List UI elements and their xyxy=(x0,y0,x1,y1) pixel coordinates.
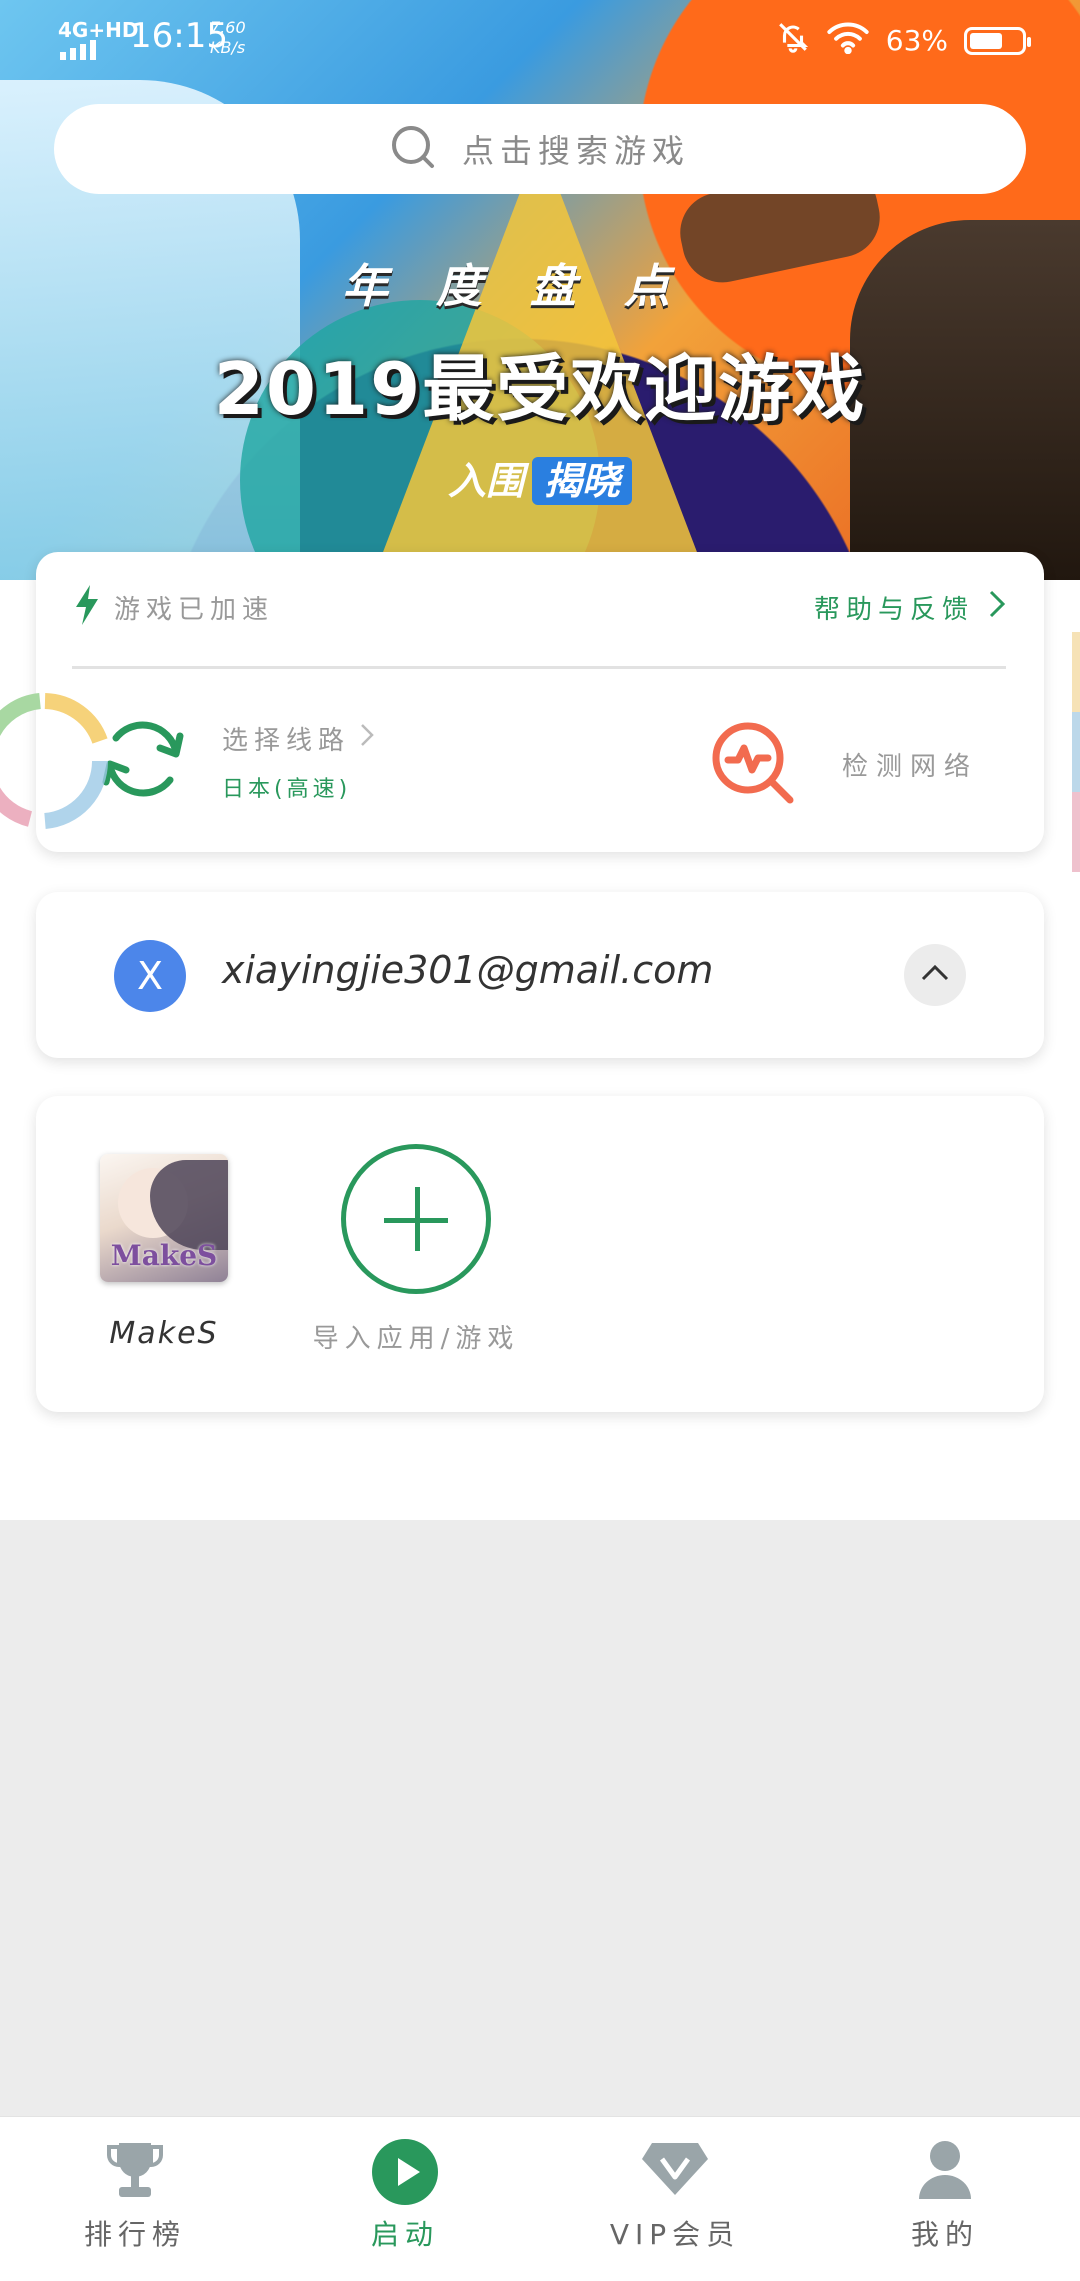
app-item-makes[interactable]: MakeS MakeS xyxy=(86,1154,242,1351)
banner-tag-highlight: 揭晓 xyxy=(532,457,633,505)
battery-icon xyxy=(964,26,1031,55)
wifi-icon xyxy=(826,20,870,61)
network-speed-unit: KB/s xyxy=(210,38,246,57)
divider xyxy=(72,666,1006,669)
import-app-label: 导入应用/游戏 xyxy=(312,1324,520,1354)
detect-network-label: 检测网络 xyxy=(842,751,979,782)
network-detect-icon xyxy=(708,718,796,810)
play-icon xyxy=(372,2139,438,2209)
network-speed: 7.60 KB/s xyxy=(210,18,246,58)
nav-label: 排行榜 xyxy=(83,2218,186,2251)
avatar: X xyxy=(114,940,186,1012)
apps-card: MakeS MakeS 导入应用/游戏 xyxy=(36,1096,1044,1412)
account-email: xiayingjie301@gmail.com xyxy=(222,948,714,992)
help-feedback-link[interactable]: 帮助与反馈 xyxy=(814,589,1006,626)
account-card: X xiayingjie301@gmail.com xyxy=(36,892,1044,1058)
nav-label: 启动 xyxy=(370,2218,439,2251)
banner-subtitle: 年度盘点 xyxy=(342,259,718,313)
loading-spinner-icon xyxy=(0,686,120,836)
search-icon xyxy=(390,124,436,174)
network-type: 4G+HD xyxy=(58,18,139,42)
edge-decoration xyxy=(1072,632,1080,872)
mute-icon xyxy=(776,20,810,61)
promo-banner[interactable]: 年度盘点 2019最受欢迎游戏 入围 揭晓 xyxy=(0,0,1080,580)
app-logo-text: MakeS xyxy=(110,1239,218,1272)
makes-app-icon: MakeS xyxy=(100,1154,228,1282)
banner-title: 2019最受欢迎游戏 xyxy=(213,347,867,431)
search-bar[interactable]: 点击搜索游戏 xyxy=(54,104,1026,194)
chevron-right-icon xyxy=(988,589,1006,626)
network-speed-value: 7.60 xyxy=(210,18,246,37)
chevron-up-icon xyxy=(920,964,950,986)
trophy-icon xyxy=(105,2139,165,2205)
signal-icon xyxy=(60,40,100,60)
collapse-button[interactable] xyxy=(904,944,966,1006)
lightning-icon xyxy=(74,585,100,629)
route-title: 选择线路 xyxy=(222,725,351,756)
detect-network-button[interactable]: 检测网络 xyxy=(708,718,978,810)
banner-tag-prefix: 入围 xyxy=(447,459,524,503)
nav-item-ranking[interactable]: 排行榜 xyxy=(0,2117,270,2281)
help-feedback-label: 帮助与反馈 xyxy=(813,594,974,625)
search-placeholder: 点击搜索游戏 xyxy=(461,132,690,170)
chevron-right-icon xyxy=(360,723,374,754)
status-bar: 4G+HD 16:15 7.60 KB/s 63% xyxy=(0,0,1080,78)
banner-tag: 入围 揭晓 xyxy=(0,450,1080,505)
nav-item-vip[interactable]: VIP会员 xyxy=(540,2117,810,2281)
battery-percent: 63% xyxy=(885,24,948,57)
app-name: MakeS xyxy=(109,1316,219,1351)
nav-label: VIP会员 xyxy=(609,2218,741,2251)
user-icon xyxy=(917,2139,973,2205)
diamond-icon xyxy=(640,2139,710,2201)
nav-label: 我的 xyxy=(910,2218,979,2251)
acceleration-status: 游戏已加速 xyxy=(114,594,275,625)
import-app-button[interactable]: 导入应用/游戏 xyxy=(286,1144,546,1355)
bottom-navigation: 排行榜 启动 VIP会员 我的 xyxy=(0,2116,1080,2281)
nav-item-launch[interactable]: 启动 xyxy=(270,2117,540,2281)
plus-icon xyxy=(341,1144,491,1294)
acceleration-card: 游戏已加速 帮助与反馈 选择线路 日本(高速) 检测网络 xyxy=(36,552,1044,852)
select-route-button[interactable]: 选择线路 日本(高速) xyxy=(96,712,374,810)
route-value: 日本(高速) xyxy=(222,776,352,802)
nav-item-profile[interactable]: 我的 xyxy=(810,2117,1080,2281)
